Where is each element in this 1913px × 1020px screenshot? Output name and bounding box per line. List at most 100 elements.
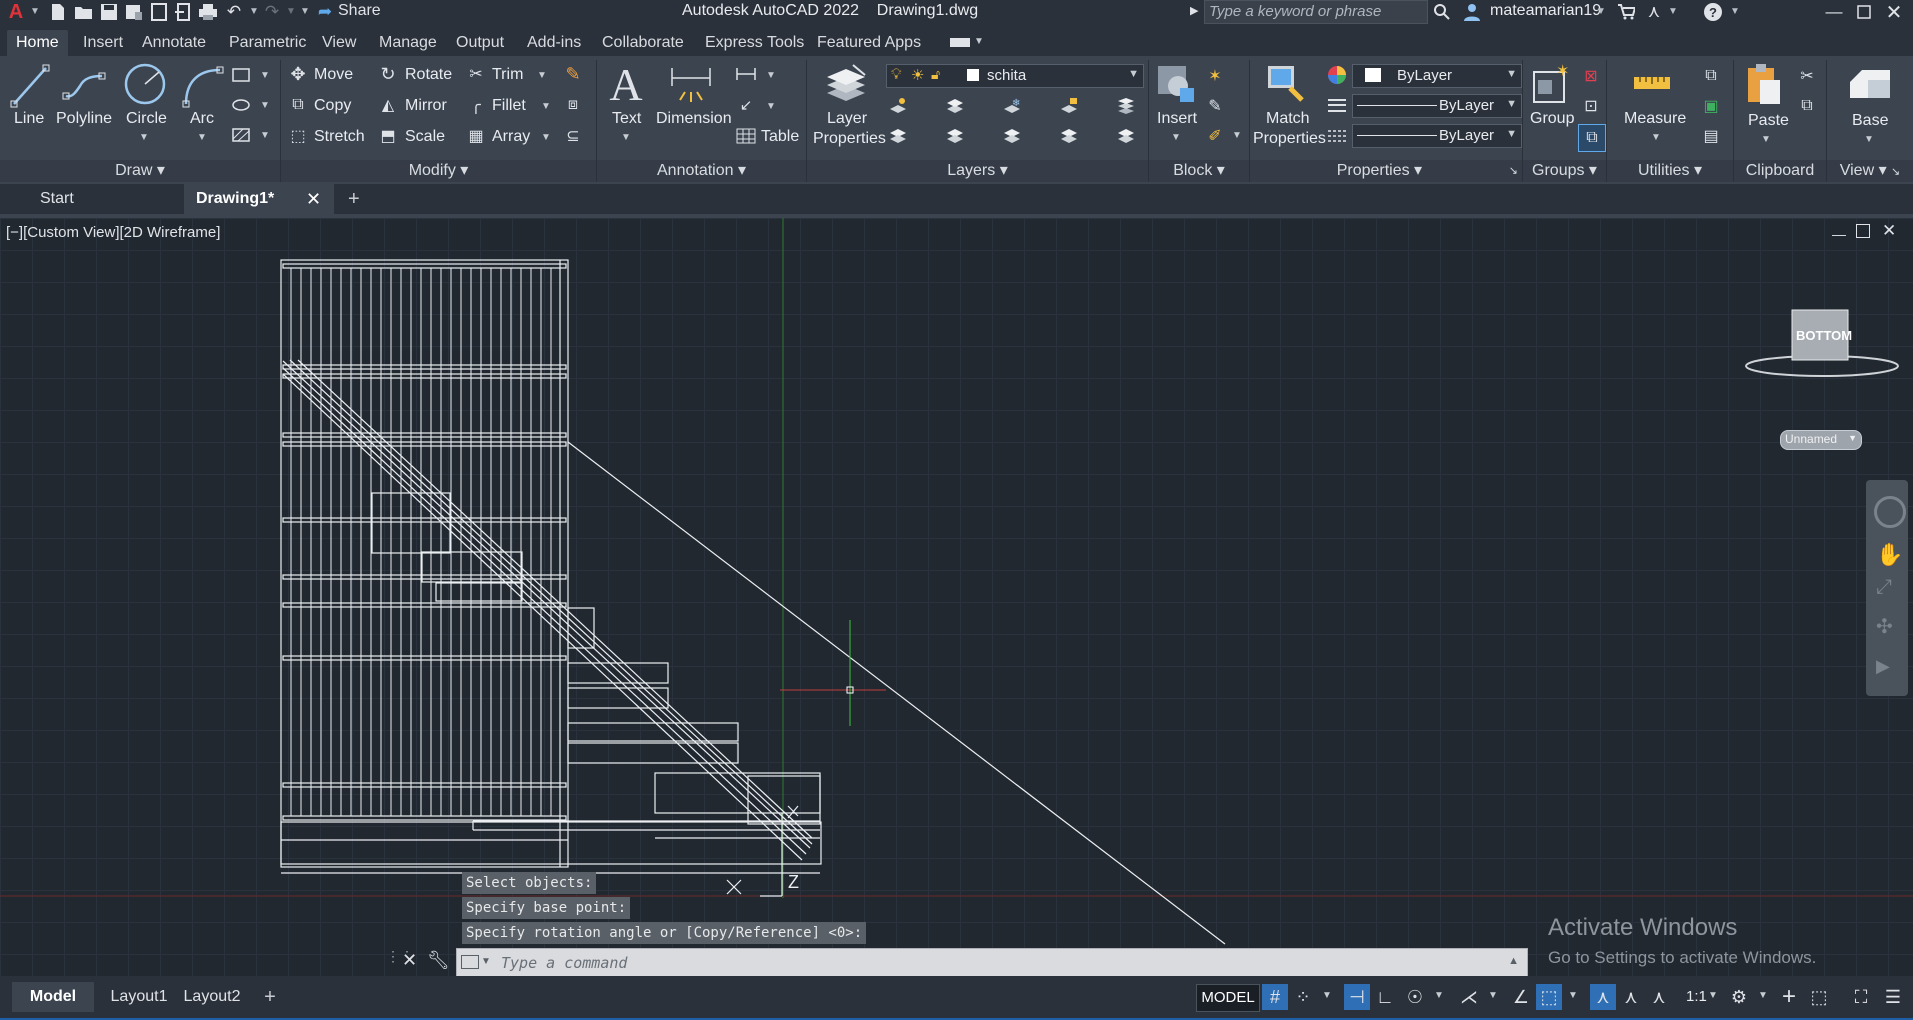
viewcube-face-label[interactable]: BOTTOM	[1796, 328, 1852, 343]
match-properties-label-line1[interactable]: Match	[1266, 110, 1310, 128]
rectangle-chevron-icon[interactable]: ▼	[260, 70, 270, 81]
edit-block-icon[interactable]: ✎	[1204, 96, 1226, 116]
tab-add-ins[interactable]: Add-ins	[527, 34, 581, 52]
share-label[interactable]: Share	[338, 2, 381, 20]
trim-icon[interactable]: ✂	[466, 64, 486, 84]
layer-previous-icon[interactable]	[1002, 127, 1022, 145]
linear-dim-chevron-icon[interactable]: ▼	[766, 70, 776, 81]
paste-icon[interactable]	[1742, 62, 1786, 106]
lineweight-icon[interactable]	[1326, 96, 1348, 116]
array-chevron-icon[interactable]: ▼	[541, 132, 551, 143]
linear-dimension-icon[interactable]	[734, 64, 758, 84]
linetype-dropdown[interactable]: ByLayer ▼	[1352, 124, 1522, 148]
command-close-icon[interactable]: ✕	[402, 950, 417, 971]
object-snap-tracking-icon[interactable]: ∠	[1508, 984, 1534, 1010]
layer-dropdown[interactable]: 💡︎ ☀ 🔓︎ schita ▼	[886, 64, 1144, 88]
new-tab-plus-icon[interactable]: +	[348, 184, 370, 214]
base-chevron-icon[interactable]: ▼	[1864, 134, 1874, 145]
tab-annotate[interactable]: Annotate	[142, 34, 206, 52]
base-view-icon[interactable]	[1846, 64, 1894, 104]
ribbon-display-toggle-icon[interactable]	[950, 38, 970, 47]
ribbon-display-chevron-icon[interactable]: ▼	[974, 36, 984, 47]
app-menu-chevron-icon[interactable]: ▼	[30, 6, 40, 17]
layers-panel-title[interactable]: Layers ▾	[807, 160, 1148, 182]
arc-icon[interactable]	[180, 64, 224, 108]
minimize-icon[interactable]: —	[1824, 2, 1844, 22]
edit-attributes-chevron-icon[interactable]: ▼	[1232, 130, 1242, 141]
search-input[interactable]: Type a keyword or phrase	[1204, 0, 1428, 24]
color-wheel-icon[interactable]	[1326, 64, 1348, 86]
maximize-icon[interactable]	[1854, 2, 1874, 22]
move-icon[interactable]: ✥	[288, 64, 308, 84]
undo-icon[interactable]: ↶	[224, 2, 244, 22]
annotation-scale-icon[interactable]: ⋏	[1646, 984, 1672, 1010]
view-panel-title[interactable]: View ▾ ↘	[1827, 160, 1913, 182]
array-button[interactable]: Array	[492, 128, 530, 146]
web-mobile-icon[interactable]	[149, 2, 169, 22]
ellipse-chevron-icon[interactable]: ▼	[260, 100, 270, 111]
make-current-layer-icon[interactable]	[888, 127, 908, 145]
ellipse-icon[interactable]	[230, 96, 252, 114]
circle-icon[interactable]	[123, 62, 167, 106]
copy-clip-icon[interactable]: ⧉	[1796, 96, 1818, 116]
drawing-viewport[interactable]: [−][Custom View][2D Wireframe] — ✕ Z BOT…	[0, 218, 1913, 976]
tab-view[interactable]: View	[322, 34, 356, 52]
circle-button-label[interactable]: Circle	[126, 110, 167, 128]
command-line-grip-icon[interactable]: ⋮⋮	[386, 948, 414, 976]
text-button-label[interactable]: Text	[612, 110, 641, 128]
text-icon[interactable]: A	[606, 59, 646, 110]
cut-icon[interactable]: ✂	[1796, 66, 1818, 86]
layer-isolate-icon[interactable]	[945, 97, 965, 115]
copy-icon[interactable]: ⧉	[288, 95, 308, 115]
scale-icon[interactable]: ⬒	[378, 126, 398, 146]
infer-constraints-icon[interactable]: ⊣	[1344, 984, 1370, 1010]
modify-panel-title[interactable]: Modify ▾	[281, 160, 596, 182]
tab-express-tools[interactable]: Express Tools	[705, 34, 804, 52]
ortho-mode-icon[interactable]: ∟	[1372, 984, 1398, 1010]
orbit-icon[interactable]: ✣	[1876, 614, 1893, 639]
autocad-logo-icon[interactable]: A	[6, 1, 26, 23]
match-properties-icon[interactable]	[1264, 62, 1308, 106]
select-all-icon[interactable]: ▣	[1700, 96, 1722, 116]
layer-off-icon[interactable]	[888, 97, 908, 115]
copy-button[interactable]: Copy	[314, 97, 351, 115]
tab-start[interactable]: Start	[0, 184, 182, 214]
text-chevron-icon[interactable]: ▼	[621, 132, 631, 143]
draw-panel-title[interactable]: Draw ▾	[0, 160, 280, 182]
polyline-icon[interactable]	[62, 66, 106, 106]
leader-chevron-icon[interactable]: ▼	[766, 101, 776, 112]
units-icon[interactable]: ⬚	[1806, 984, 1832, 1010]
tab-drawing1[interactable]: Drawing1* ✕	[184, 184, 334, 214]
insert-button-label[interactable]: Insert	[1157, 110, 1197, 128]
linetype-icon[interactable]	[1326, 126, 1348, 146]
erase-icon[interactable]: ✎	[562, 64, 584, 84]
tab-layout2[interactable]: Layout2	[180, 982, 244, 1012]
open-folder-icon[interactable]	[74, 2, 94, 22]
dimension-icon[interactable]	[668, 64, 714, 106]
trim-chevron-icon[interactable]: ▼	[537, 70, 547, 81]
create-block-icon[interactable]: ✶	[1204, 66, 1226, 86]
layer-properties-icon[interactable]	[822, 62, 870, 104]
offset-icon[interactable]: ⊆	[562, 126, 584, 146]
circle-chevron-icon[interactable]: ▼	[139, 132, 149, 143]
help-chevron-icon[interactable]: ▼	[1730, 6, 1740, 17]
trim-button[interactable]: Trim	[492, 66, 523, 84]
group-button-label[interactable]: Group	[1530, 110, 1574, 128]
clean-screen-icon[interactable]: ⛶	[1848, 984, 1874, 1010]
array-icon[interactable]: ▦	[466, 126, 486, 146]
polar-chevron-icon[interactable]: ▼	[1434, 990, 1444, 1001]
calculator-icon[interactable]: ▤	[1700, 126, 1722, 146]
help-icon[interactable]: ?	[1703, 2, 1723, 22]
print-icon[interactable]	[198, 2, 218, 22]
fillet-button[interactable]: Fillet	[492, 97, 526, 115]
search-expand-icon[interactable]: ▶	[1190, 4, 1198, 17]
layer-properties-label-line1[interactable]: Layer	[827, 110, 867, 128]
dimension-button-label[interactable]: Dimension	[656, 110, 732, 128]
tab-home[interactable]: Home	[7, 30, 68, 56]
steering-wheel-icon[interactable]	[1874, 496, 1906, 528]
cart-icon[interactable]	[1616, 2, 1636, 22]
user-name[interactable]: mateamarian19	[1490, 2, 1601, 20]
paste-chevron-icon[interactable]: ▼	[1761, 134, 1771, 145]
edit-attributes-icon[interactable]: ✐	[1204, 126, 1226, 146]
arc-chevron-icon[interactable]: ▼	[197, 132, 207, 143]
